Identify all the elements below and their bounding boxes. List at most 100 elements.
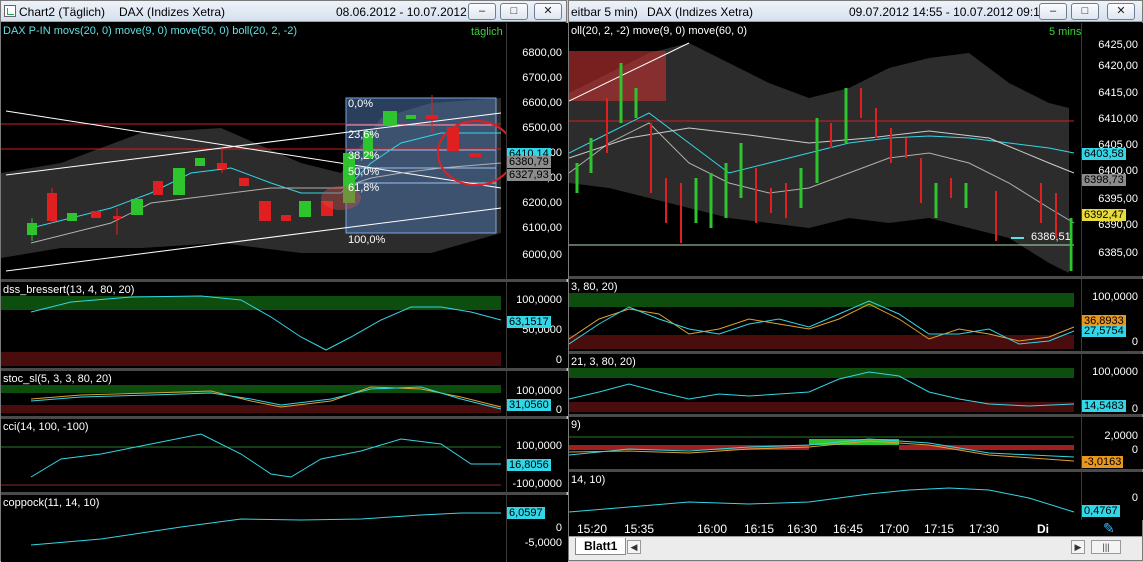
ind3-label: 9) bbox=[571, 419, 581, 431]
pencil-icon[interactable]: ✎ bbox=[1103, 520, 1115, 537]
cci-value-tag: 16,8056 bbox=[507, 459, 551, 471]
symbol-title: DAX (Indizes Xetra) bbox=[119, 5, 226, 19]
scroll-right-icon[interactable]: ▶ bbox=[1071, 540, 1085, 554]
x-tick: 17:15 bbox=[924, 522, 955, 536]
line-value-label: 6386,51 bbox=[1031, 231, 1071, 243]
ind3-value-tag: -3,0163 bbox=[1082, 456, 1124, 468]
date-range: 08.06.2012 - 10.07.2012 bbox=[336, 5, 467, 19]
maximize-button[interactable]: □ bbox=[500, 3, 528, 20]
y-tick: 100,0000 bbox=[1092, 291, 1138, 303]
ind1-value-tag: 27,5754 bbox=[1082, 325, 1126, 337]
period-label: 5 mins bbox=[1049, 26, 1082, 38]
sheet-tab-blatt1[interactable]: Blatt1 bbox=[575, 538, 627, 555]
last-value-tag: 6327,93 bbox=[507, 169, 551, 181]
fib-23: 23,6% bbox=[348, 129, 380, 141]
close-button[interactable]: ✕ bbox=[1107, 3, 1135, 20]
y-tick: 0 bbox=[1131, 492, 1138, 504]
y-tick: 6000,00 bbox=[522, 249, 562, 261]
y-tick: 6425,00 bbox=[1098, 39, 1138, 51]
y-tick: 100,0000 bbox=[516, 385, 562, 397]
fib-50: 50,0% bbox=[348, 166, 380, 178]
title-bar: Chart2 (Täglich) DAX (Indizes Xetra) 08.… bbox=[1, 1, 566, 22]
chart-app-icon bbox=[4, 5, 16, 17]
x-tick: 17:30 bbox=[969, 522, 1000, 536]
y-tick: 0 bbox=[1131, 336, 1138, 348]
maximize-button[interactable]: □ bbox=[1071, 3, 1099, 20]
x-tick: 16:00 bbox=[697, 522, 728, 536]
y-tick: 6700,00 bbox=[522, 72, 562, 84]
period-label: täglich bbox=[471, 26, 503, 38]
ind1-label: 3, 80, 20) bbox=[571, 281, 618, 293]
chart-5min-window: eitbar 5 min) DAX (Indizes Xetra) 09.07.… bbox=[568, 0, 1143, 561]
price-y-axis[interactable]: 6425,00 6420,00 6415,00 6410,00 6405,00 … bbox=[1081, 23, 1143, 276]
y-tick: 6420,00 bbox=[1098, 60, 1138, 72]
x-tick: 16:30 bbox=[787, 522, 818, 536]
fib-38: 38,2% bbox=[348, 150, 380, 162]
y-tick: 0 bbox=[555, 522, 562, 534]
cci-panel[interactable]: cci(14, 100, -100) 100,0000 -100,0000 16… bbox=[1, 419, 568, 492]
coppock-label: coppock(11, 14, 10) bbox=[3, 497, 100, 509]
y-tick: 0 bbox=[555, 404, 562, 416]
y-tick: 6385,00 bbox=[1098, 247, 1138, 259]
dss-panel[interactable]: dss_bressert(13, 4, 80, 20) 100,0000 50,… bbox=[1, 282, 568, 368]
cci-label: cci(14, 100, -100) bbox=[3, 421, 89, 433]
y-tick: 2,0000 bbox=[1104, 430, 1138, 442]
last-value-tag: 6380,79 bbox=[507, 156, 551, 168]
title-bar: eitbar 5 min) DAX (Indizes Xetra) 09.07.… bbox=[569, 1, 1142, 22]
y-tick: 6500,00 bbox=[522, 122, 562, 134]
y-tick: 6415,00 bbox=[1098, 87, 1138, 99]
y-tick: 100,0000 bbox=[516, 440, 562, 452]
y-tick: 0 bbox=[1131, 444, 1138, 456]
ind4-value-tag: 0,4767 bbox=[1082, 505, 1120, 517]
fib-0: 0,0% bbox=[348, 98, 374, 110]
ind4-label: 14, 10) bbox=[571, 474, 606, 486]
price-indicator-label: oll(20, 2, -2) move(9, 0) move(60, 0) bbox=[571, 25, 748, 37]
y-tick: 0 bbox=[555, 354, 562, 366]
y-tick: 100,0000 bbox=[1092, 366, 1138, 378]
close-button[interactable]: ✕ bbox=[534, 3, 562, 20]
y-tick: 6600,00 bbox=[522, 97, 562, 109]
x-tick: 15:20 bbox=[577, 522, 608, 536]
y-tick: 6800,00 bbox=[522, 47, 562, 59]
ind2-label: 21, 3, 80, 20) bbox=[571, 356, 636, 368]
y-tick: 0 bbox=[1131, 403, 1138, 414]
price-y-axis[interactable]: 6800,00 6700,00 6600,00 6500,00 6400,00 … bbox=[506, 23, 568, 279]
ind2-value-tag: 14,5483 bbox=[1082, 400, 1126, 412]
y-tick: 6100,00 bbox=[522, 222, 562, 234]
price-panel[interactable]: DAX P-IN movs(20, 0) move(9, 0) move(50,… bbox=[1, 23, 568, 279]
resize-grip-icon[interactable]: ||| bbox=[1091, 540, 1121, 554]
window-title: Chart2 (Täglich) bbox=[19, 5, 106, 19]
fib-61: 61,8% bbox=[348, 182, 380, 194]
window-title: eitbar 5 min) bbox=[571, 5, 638, 19]
last-value-tag: 6398,73 bbox=[1082, 174, 1126, 186]
y-tick: -100,0000 bbox=[512, 478, 562, 490]
ind3-panel[interactable]: 9) 2,0000 0 -3,0163 bbox=[569, 417, 1143, 469]
date-range: 09.07.2012 14:55 - 10.07.2012 09:10 bbox=[849, 5, 1047, 19]
coppock-value-tag: 6,0597 bbox=[507, 507, 545, 519]
stoc-label: stoc_sl(5, 3, 3, 80, 20) bbox=[3, 373, 112, 385]
dss-value-tag: 63,1517 bbox=[507, 316, 551, 328]
price-indicator-label: DAX P-IN movs(20, 0) move(9, 0) move(50,… bbox=[3, 25, 298, 37]
stoc-value-tag: 31,0560 bbox=[507, 399, 551, 411]
x-tick: Di bbox=[1037, 522, 1049, 536]
coppock-panel[interactable]: coppock(11, 14, 10) 0 -5,0000 6,0597 bbox=[1, 495, 568, 562]
x-tick: 16:45 bbox=[833, 522, 864, 536]
y-tick: 100,0000 bbox=[516, 294, 562, 306]
y-tick: 6200,00 bbox=[522, 197, 562, 209]
stoc-panel[interactable]: stoc_sl(5, 3, 3, 80, 20) 100,0000 0 31,0… bbox=[1, 371, 568, 416]
sheet-bar: Blatt1 ◀ ▶ ||| bbox=[569, 536, 1142, 560]
scroll-left-icon[interactable]: ◀ bbox=[627, 540, 641, 554]
y-tick: 6410,00 bbox=[1098, 113, 1138, 125]
minimize-button[interactable]: – bbox=[468, 3, 496, 20]
dss-label: dss_bressert(13, 4, 80, 20) bbox=[3, 284, 135, 296]
dss-panel[interactable]: 3, 80, 20) 100,0000 0 36,8933 27,5754 bbox=[569, 279, 1143, 351]
price-chart-svg bbox=[1, 95, 515, 272]
x-tick: 16:15 bbox=[744, 522, 775, 536]
symbol-title: DAX (Indizes Xetra) bbox=[647, 5, 754, 19]
minimize-button[interactable]: – bbox=[1039, 3, 1067, 20]
price-panel[interactable]: oll(20, 2, -2) move(9, 0) move(60, 0) 5 … bbox=[569, 23, 1143, 276]
x-tick: 17:00 bbox=[879, 522, 910, 536]
ind2-panel[interactable]: 21, 3, 80, 20) 100,0000 0 14,5483 bbox=[569, 354, 1143, 414]
x-tick: 15:35 bbox=[624, 522, 655, 536]
ind4-panel[interactable]: 14, 10) 0 0,4767 bbox=[569, 472, 1143, 520]
